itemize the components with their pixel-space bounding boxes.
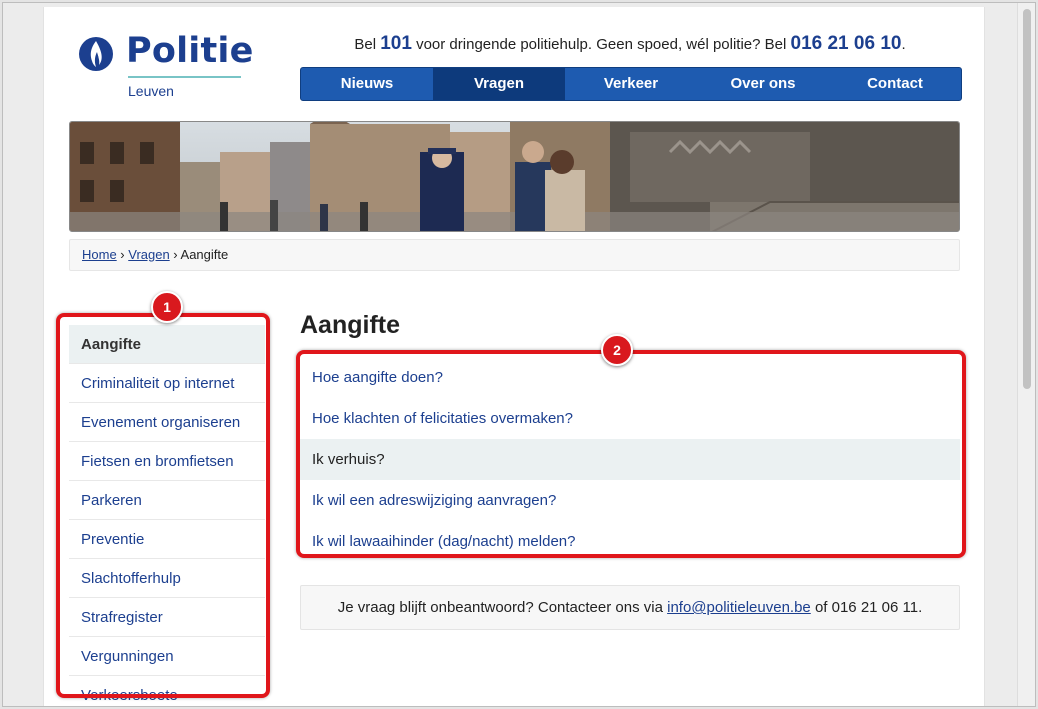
police-number: 016 21 06 10	[790, 33, 902, 54]
breadcrumb-separator: ›	[116, 247, 129, 262]
nav-item-verkeer[interactable]: Verkeer	[565, 68, 697, 100]
nav-item-over-ons[interactable]: Over ons	[697, 68, 829, 100]
nav-item-nieuws[interactable]: Nieuws	[301, 68, 433, 100]
vertical-scrollbar[interactable]	[1017, 3, 1035, 706]
breadcrumb-current: Aangifte	[180, 247, 229, 262]
logo-divider	[128, 76, 241, 78]
annotation-box-questions	[296, 350, 966, 558]
breadcrumb-separator: ›	[169, 247, 181, 262]
contact-phone: of 016 21 06 11.	[810, 599, 923, 616]
contact-text: Je vraag blijft onbeantwoord? Contacteer…	[337, 599, 668, 616]
contact-email-link[interactable]: info@politieleuven.be	[667, 599, 811, 616]
logo-wordmark: Politie	[126, 31, 254, 71]
logo-city: Leuven	[128, 83, 174, 99]
annotation-badge-1: 1	[151, 291, 183, 323]
breadcrumb: Home › Vragen › Aangifte	[69, 239, 960, 271]
page-title: Aangifte	[300, 311, 400, 339]
phone-mid: voor dringende politiehulp. Geen spoed, …	[411, 36, 791, 53]
browser-viewport: Politie Leuven Bel 101 voor dringende po…	[2, 2, 1036, 707]
banner-photo	[69, 121, 960, 232]
nav-item-vragen[interactable]: Vragen	[433, 68, 565, 100]
annotation-box-sidebar	[56, 313, 270, 698]
breadcrumb-home-link[interactable]: Home	[82, 247, 117, 262]
phone-post: .	[901, 36, 906, 53]
scrollbar-thumb[interactable]	[1023, 9, 1031, 389]
nav-item-contact[interactable]: Contact	[829, 68, 961, 100]
politie-logo[interactable]: Politie Leuven	[78, 31, 253, 101]
breadcrumb-vragen-link[interactable]: Vragen	[128, 247, 169, 262]
main-navigation: Nieuws Vragen Verkeer Over ons Contact	[300, 67, 962, 101]
emergency-number: 101	[380, 33, 412, 54]
emergency-phone-line: Bel 101 voor dringende politiehulp. Geen…	[300, 33, 960, 55]
city-square-photo	[70, 122, 959, 231]
phone-pre: Bel	[354, 36, 381, 53]
flame-logo-icon	[79, 37, 113, 71]
annotation-badge-2: 2	[601, 334, 633, 366]
contact-box: Je vraag blijft onbeantwoord? Contacteer…	[300, 585, 960, 630]
